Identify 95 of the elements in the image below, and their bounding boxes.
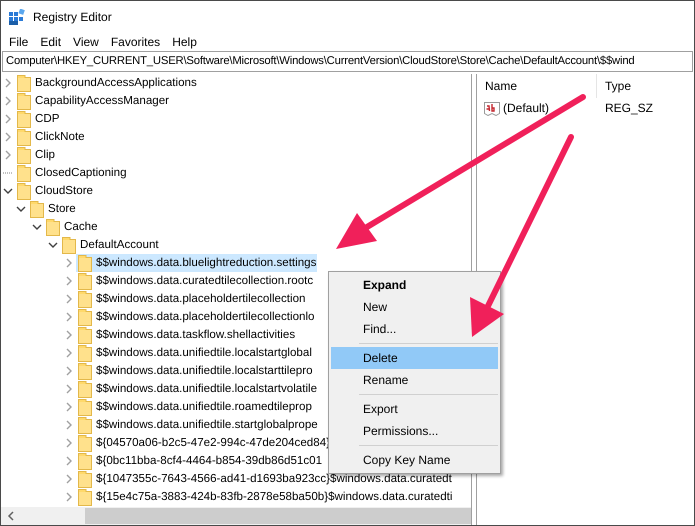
- menu-item[interactable]: View: [67, 32, 105, 50]
- menu-item[interactable]: Find...: [331, 318, 498, 340]
- expand-chevron-icon[interactable]: [66, 348, 72, 358]
- tree-item[interactable]: DefaultAccount: [60, 236, 160, 254]
- expand-chevron-icon[interactable]: [66, 384, 72, 394]
- expand-chevron-icon[interactable]: [66, 456, 72, 466]
- folder-icon: [30, 200, 44, 218]
- tree-item[interactable]: $$windows.data.unifiedtile.roamedtileprop: [76, 398, 313, 416]
- folder-icon: [62, 236, 76, 254]
- menu-item[interactable]: New: [331, 296, 498, 318]
- tree-item[interactable]: ${15e4c75a-3883-424b-83fb-2878e58ba50b}$windows.data.curatedti: [76, 488, 454, 506]
- tree-item[interactable]: ${0bc11bba-8cf4-4464-b854-39db86d51c01: [76, 452, 324, 470]
- tree-item[interactable]: $$windows.data.curatedtilecollection.rootc: [76, 272, 314, 290]
- column-header[interactable]: Type: [597, 74, 694, 98]
- folder-icon: [78, 470, 92, 488]
- expand-chevron-icon[interactable]: [66, 330, 72, 340]
- scroll-left-icon[interactable]: [7, 511, 15, 521]
- folder-icon: [78, 488, 92, 506]
- menu-item[interactable]: Expand: [331, 274, 498, 296]
- tree-item[interactable]: $$windows.data.bluelightreduction.settings: [76, 254, 318, 272]
- folder-icon: [78, 254, 92, 272]
- string-value-icon: [484, 100, 500, 116]
- tree-item[interactable]: $$windows.data.placeholdertilecollection: [76, 290, 306, 308]
- collapse-chevron-icon[interactable]: [3, 188, 13, 194]
- expand-chevron-icon[interactable]: [66, 420, 72, 430]
- menu-item[interactable]: Copy Key Name: [331, 449, 498, 471]
- folder-icon: [78, 434, 92, 452]
- folder-icon: [78, 290, 92, 308]
- menu-item[interactable]: File: [3, 32, 34, 50]
- tree-item[interactable]: $$windows.data.taskflow.shellactivities: [76, 326, 296, 344]
- menu-item[interactable]: Favorites: [104, 32, 166, 50]
- folder-icon: [17, 92, 31, 110]
- expand-chevron-icon[interactable]: [5, 114, 11, 124]
- tree-item[interactable]: ClosedCaptioning: [15, 164, 128, 182]
- value-type: REG_SZ: [604, 100, 654, 116]
- horizontal-scrollbar[interactable]: [1, 507, 471, 525]
- tree-item[interactable]: BackgroundAccessApplications: [15, 74, 198, 92]
- menu-item[interactable]: Permissions...: [331, 420, 498, 442]
- tree-item[interactable]: ClickNote: [15, 128, 86, 146]
- value-name: (Default): [503, 100, 550, 116]
- menu-item[interactable]: Delete: [331, 347, 498, 369]
- address-field[interactable]: Computer\HKEY_CURRENT_USER\Software\Microsoft\Windows\CurrentVersion\CloudStore\Store\Cache\DefaultAccount\$$wind: [2, 51, 693, 72]
- tree-item[interactable]: $$windows.data.unifiedtile.localstartvolatile: [76, 380, 318, 398]
- menu-item[interactable]: Export: [331, 398, 498, 420]
- folder-icon: [17, 164, 31, 182]
- folder-icon: [78, 308, 92, 326]
- folder-icon: [78, 452, 92, 470]
- expand-chevron-icon[interactable]: [5, 132, 11, 142]
- tree-item[interactable]: $$windows.data.unifiedtile.startglobalprope: [76, 416, 319, 434]
- collapse-chevron-icon[interactable]: [16, 206, 26, 212]
- tree-item[interactable]: $$windows.data.placeholdertilecollectionlo: [76, 308, 316, 326]
- tree-item[interactable]: CloudStore: [15, 182, 94, 200]
- folder-icon: [78, 398, 92, 416]
- folder-icon: [17, 74, 31, 92]
- collapse-chevron-icon[interactable]: [48, 242, 58, 248]
- collapse-chevron-icon[interactable]: [32, 224, 42, 230]
- expand-chevron-icon[interactable]: [66, 294, 72, 304]
- expand-chevron-icon[interactable]: [66, 366, 72, 376]
- folder-icon: [78, 416, 92, 434]
- tree-item[interactable]: $$windows.data.unifiedtile.localstarttilepro: [76, 362, 314, 380]
- folder-icon: [78, 362, 92, 380]
- menu-item[interactable]: Rename: [331, 369, 498, 391]
- expand-chevron-icon[interactable]: [66, 438, 72, 448]
- expand-chevron-icon[interactable]: [66, 258, 72, 268]
- tree-item[interactable]: CDP: [15, 110, 60, 128]
- folder-icon: [78, 272, 92, 290]
- scrollbar-thumb[interactable]: [85, 508, 471, 524]
- folder-icon: [78, 326, 92, 344]
- folder-icon: [78, 344, 92, 362]
- expand-chevron-icon[interactable]: [66, 312, 72, 322]
- folder-icon: [17, 110, 31, 128]
- folder-icon: [17, 146, 31, 164]
- expand-chevron-icon[interactable]: [5, 150, 11, 160]
- expand-chevron-icon[interactable]: [5, 78, 11, 88]
- expand-chevron-icon[interactable]: [66, 492, 72, 502]
- tree-item[interactable]: Clip: [15, 146, 56, 164]
- folder-icon: [17, 182, 31, 200]
- expand-chevron-icon[interactable]: [66, 474, 72, 484]
- folder-icon: [17, 128, 31, 146]
- tree-item[interactable]: CapabilityAccessManager: [15, 92, 170, 110]
- tree-item[interactable]: Cache: [44, 218, 99, 236]
- expand-chevron-icon[interactable]: [66, 402, 72, 412]
- registry-app-icon: [9, 8, 25, 24]
- window-title: Registry Editor: [33, 8, 112, 26]
- tree-item[interactable]: Store: [28, 200, 77, 218]
- folder-icon: [46, 218, 60, 236]
- expand-chevron-icon[interactable]: [5, 96, 11, 106]
- menu-item[interactable]: Edit: [34, 32, 68, 50]
- tree-item[interactable]: ${1047355c-7643-4566-ad41-d1693ba923cc}$windows.data.curatedt: [76, 470, 453, 488]
- tree-item[interactable]: ${04570a06-b2c5-47e2-994c-47de204ced84}: [76, 434, 332, 452]
- tree-item[interactable]: $$windows.data.unifiedtile.localstartglobal: [76, 344, 313, 362]
- folder-icon: [78, 380, 92, 398]
- column-header[interactable]: Name: [477, 74, 597, 98]
- expand-chevron-icon[interactable]: [66, 276, 72, 286]
- menu-item[interactable]: Help: [166, 32, 203, 50]
